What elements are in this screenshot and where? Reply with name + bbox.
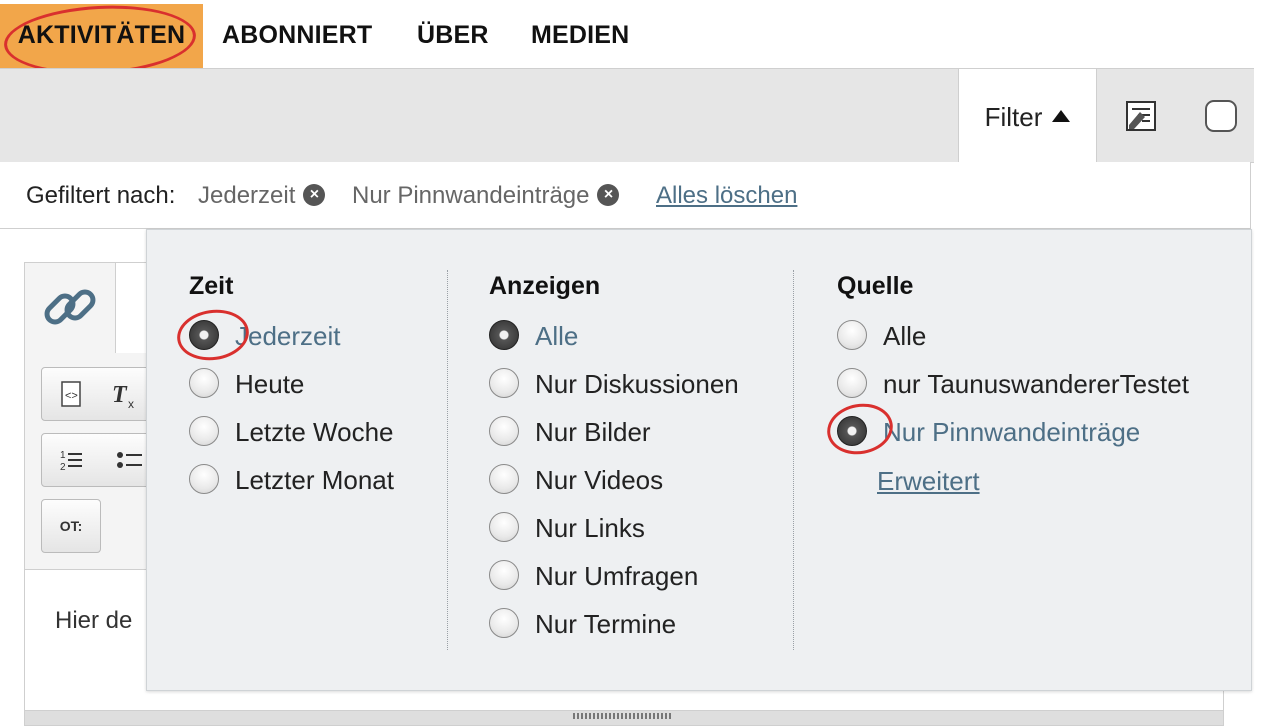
top-navigation: AKTIVITÄTEN ABONNIERT ÜBER MEDIEN: [0, 0, 1267, 79]
filter-heading-source: Quelle: [837, 272, 914, 300]
radio-icon[interactable]: [189, 464, 219, 494]
svg-text:<>: <>: [65, 390, 78, 402]
link-icon: [44, 289, 96, 325]
edit-list-icon[interactable]: [1124, 99, 1158, 138]
advanced-filter-link[interactable]: Erweitert: [877, 466, 980, 497]
editor-placeholder[interactable]: Hier de: [55, 607, 132, 635]
radio-icon[interactable]: [189, 368, 219, 398]
clear-all-link[interactable]: Alles löschen: [656, 162, 797, 230]
radio-selected-icon[interactable]: [489, 320, 519, 350]
svg-text:T: T: [112, 382, 128, 408]
quote-button[interactable]: OT:: [41, 499, 101, 553]
filter-panel: Zeit Jederzeit Heute Letzte Woche Letzte…: [146, 229, 1252, 691]
resize-grip-icon[interactable]: [573, 713, 673, 719]
link-attach-button[interactable]: [25, 263, 116, 354]
column-divider: [447, 270, 448, 650]
radio-icon[interactable]: [489, 512, 519, 542]
radio-icon[interactable]: [489, 464, 519, 494]
tab-aktivitaeten[interactable]: AKTIVITÄTEN: [0, 4, 203, 68]
source-icon: <> T x: [61, 381, 134, 411]
filtered-by-label: Gefiltert nach:: [26, 182, 176, 209]
list-buttons[interactable]: 1 2: [41, 433, 153, 487]
filter-summary: Gefiltert nach: Jederzeit × Nur Pinnwande…: [0, 162, 1251, 229]
tab-ueber[interactable]: ÜBER: [417, 4, 489, 68]
editor-resize-bar[interactable]: [25, 710, 1223, 725]
radio-icon[interactable]: [489, 368, 519, 398]
tab-abonniert[interactable]: ABONNIERT: [222, 4, 372, 68]
filter-heading-time: Zeit: [189, 272, 234, 300]
filter-toggle-button[interactable]: Filter: [958, 69, 1097, 163]
filter-label: Filter: [984, 102, 1043, 132]
activity-toolbar: Filter: [0, 68, 1254, 163]
filter-heading-display: Anzeigen: [489, 272, 601, 300]
radio-icon[interactable]: [489, 416, 519, 446]
numbered-list-icon: 1 2: [60, 450, 142, 473]
tab-medien[interactable]: MEDIEN: [531, 4, 629, 68]
radio-icon[interactable]: [837, 320, 867, 350]
radio-icon[interactable]: [489, 608, 519, 638]
filter-column-time: Zeit Jederzeit Heute Letzte Woche Letzte…: [173, 230, 449, 690]
radio-selected-icon[interactable]: [837, 416, 867, 446]
filter-chip-time: Jederzeit ×: [198, 162, 326, 230]
svg-text:x: x: [128, 397, 134, 411]
filter-column-source: Quelle Alle nur TaunuswandererTestet Nur…: [823, 230, 1237, 690]
remove-filter-icon[interactable]: ×: [597, 183, 620, 206]
radio-selected-icon[interactable]: [189, 320, 219, 350]
radio-icon[interactable]: [837, 368, 867, 398]
radio-icon[interactable]: [189, 416, 219, 446]
filter-column-display: Anzeigen Alle Nur Diskussionen Nur Bilde…: [489, 272, 739, 639]
svg-text:1: 1: [60, 450, 66, 461]
radio-icon[interactable]: [489, 560, 519, 590]
svg-text:2: 2: [60, 462, 66, 473]
caret-up-icon: [1052, 110, 1071, 123]
select-checkbox-icon[interactable]: [1204, 99, 1238, 138]
filter-chip-source: Nur Pinnwandeinträge ×: [352, 162, 620, 230]
column-divider: [793, 270, 794, 650]
source-code-button[interactable]: <> T x: [41, 367, 153, 421]
remove-filter-icon[interactable]: ×: [303, 183, 326, 206]
